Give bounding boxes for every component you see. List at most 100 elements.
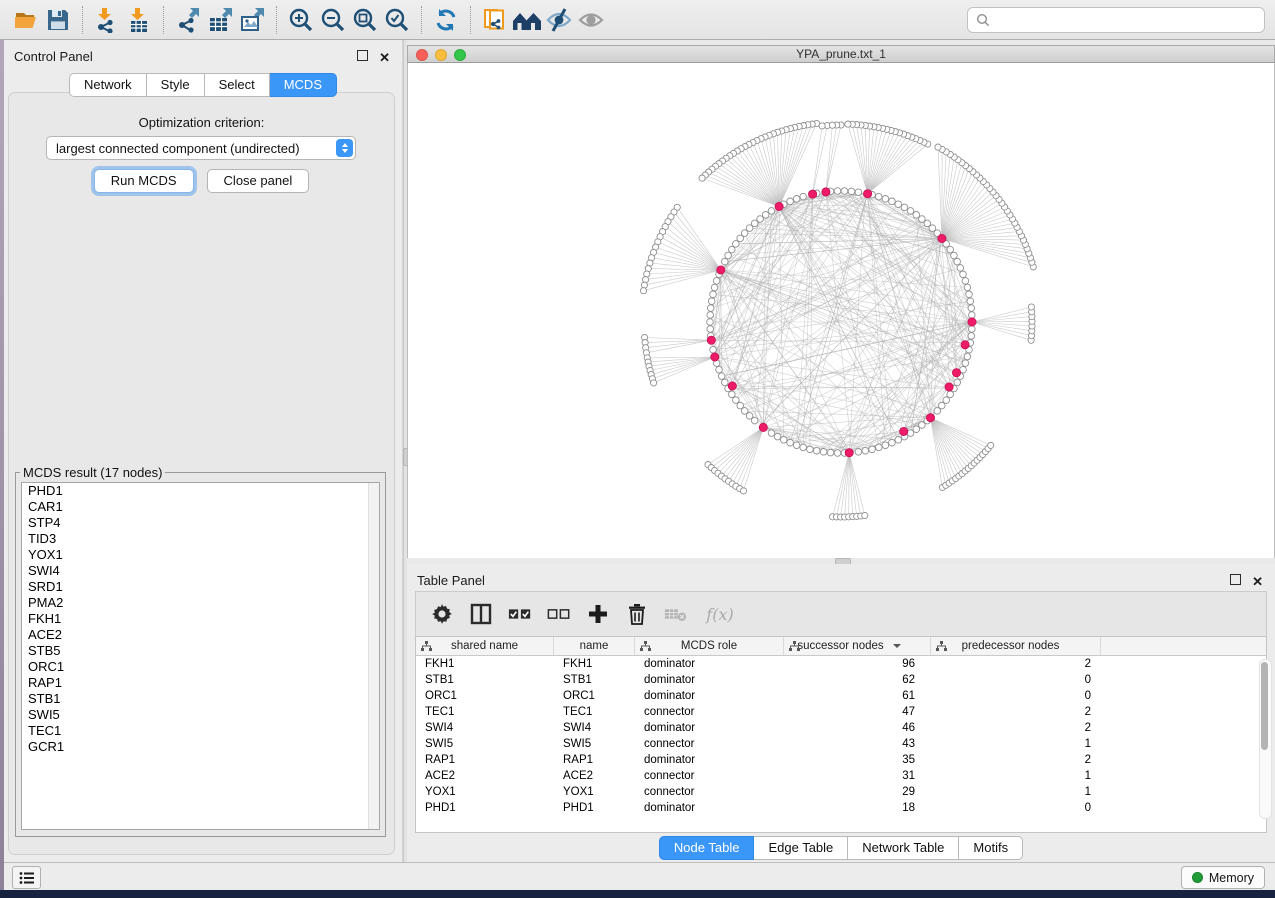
search-input[interactable]: [996, 11, 1256, 28]
graph-node[interactable]: [733, 241, 740, 248]
add-row-icon[interactable]: [586, 602, 610, 626]
graph-node[interactable]: [774, 433, 781, 440]
graph-node[interactable]: [768, 208, 775, 215]
table-scrollbar[interactable]: [1259, 659, 1272, 819]
table-row[interactable]: FKH1FKH1dominator962: [416, 656, 1266, 672]
mcds-result-item[interactable]: ORC1: [22, 659, 379, 675]
table-row[interactable]: ACE2ACE2connector311: [416, 768, 1266, 784]
mcds-result-item[interactable]: RAP1: [22, 675, 379, 691]
graph-node[interactable]: [708, 298, 715, 305]
zoom-in-icon[interactable]: [285, 4, 317, 36]
table-row[interactable]: SWI5SWI5connector431: [416, 736, 1266, 752]
window-zoom-icon[interactable]: [454, 49, 466, 61]
mcds-result-item[interactable]: TEC1: [22, 723, 379, 739]
graph-node[interactable]: [919, 216, 926, 223]
graph-node[interactable]: [855, 189, 862, 196]
graph-node[interactable]: [895, 201, 902, 208]
mcds-result-item[interactable]: STP4: [22, 515, 379, 531]
status-menu-button[interactable]: [12, 866, 41, 889]
graph-node[interactable]: [951, 252, 958, 259]
graph-node[interactable]: [793, 196, 800, 203]
graph-node[interactable]: [713, 278, 720, 285]
zoom-out-icon[interactable]: [317, 4, 349, 36]
graph-node[interactable]: [862, 447, 869, 454]
mcds-result-item[interactable]: SRD1: [22, 579, 379, 595]
graph-node[interactable]: [845, 121, 851, 127]
graph-node[interactable]: [913, 426, 920, 433]
tab-select[interactable]: Select: [205, 73, 270, 97]
graph-node[interactable]: [876, 193, 883, 200]
graph-node[interactable]: [943, 397, 950, 404]
close-panel-icon[interactable]: ✕: [379, 52, 390, 63]
mcds-list-scrollbar[interactable]: [368, 483, 379, 829]
graph-node[interactable]: [707, 319, 714, 326]
tab-edge-table[interactable]: Edge Table: [754, 836, 848, 860]
table-row[interactable]: YOX1YOX1connector291: [416, 784, 1266, 800]
graph-node[interactable]: [834, 188, 841, 195]
graph-node[interactable]: [968, 333, 975, 340]
graph-node[interactable]: [876, 444, 883, 451]
run-mcds-button[interactable]: Run MCDS: [94, 169, 194, 193]
graph-node[interactable]: [966, 291, 973, 298]
graph-node[interactable]: [901, 204, 908, 211]
graph-node[interactable]: [913, 212, 920, 219]
graph-node[interactable]: [820, 449, 827, 456]
graph-mcds-node[interactable]: [717, 266, 725, 274]
graph-node[interactable]: [969, 326, 976, 333]
graph-node[interactable]: [964, 353, 971, 360]
graph-node[interactable]: [962, 360, 969, 367]
graph-node[interactable]: [725, 252, 732, 259]
open-file-icon[interactable]: [10, 4, 42, 36]
column-header-predecessor-nodes[interactable]: predecessor nodes: [931, 637, 1101, 655]
tab-style[interactable]: Style: [147, 73, 205, 97]
table-row[interactable]: PHD1PHD1dominator180: [416, 800, 1266, 816]
graph-node[interactable]: [869, 446, 876, 453]
show-columns-icon[interactable]: [469, 602, 493, 626]
graph-node[interactable]: [813, 447, 820, 454]
graph-node[interactable]: [800, 444, 807, 451]
mcds-result-item[interactable]: TID3: [22, 531, 379, 547]
graph-node[interactable]: [1028, 304, 1034, 310]
table-row[interactable]: TEC1TEC1connector472: [416, 704, 1266, 720]
table-options-gear-icon[interactable]: [430, 602, 454, 626]
graph-mcds-node[interactable]: [926, 414, 934, 422]
mcds-result-item[interactable]: ACE2: [22, 627, 379, 643]
graph-mcds-node[interactable]: [711, 353, 719, 361]
mcds-result-item[interactable]: SWI4: [22, 563, 379, 579]
graph-node[interactable]: [954, 379, 961, 386]
graph-node[interactable]: [834, 450, 841, 457]
graph-node[interactable]: [699, 175, 705, 181]
network-canvas[interactable]: [407, 63, 1275, 558]
zoom-selected-icon[interactable]: [381, 4, 413, 36]
table-row[interactable]: SWI4SWI4dominator462: [416, 720, 1266, 736]
table-scrollbar-thumb[interactable]: [1261, 662, 1268, 750]
graph-node[interactable]: [707, 326, 714, 333]
graph-node[interactable]: [707, 312, 714, 319]
graph-node[interactable]: [729, 391, 736, 398]
graph-node[interactable]: [787, 198, 794, 205]
save-session-icon[interactable]: [42, 4, 74, 36]
close-panel-button[interactable]: Close panel: [207, 169, 310, 193]
float-panel-icon[interactable]: [357, 48, 368, 66]
graph-node[interactable]: [889, 439, 896, 446]
graph-node[interactable]: [710, 346, 717, 353]
graph-node[interactable]: [640, 288, 646, 294]
graph-mcds-node[interactable]: [775, 202, 783, 210]
graph-node[interactable]: [889, 198, 896, 205]
criterion-select[interactable]: largest connected component (undirected): [46, 136, 356, 160]
graph-node[interactable]: [947, 391, 954, 398]
graph-node[interactable]: [862, 512, 868, 518]
export-image-icon[interactable]: [236, 4, 268, 36]
graph-mcds-node[interactable]: [938, 234, 946, 242]
graph-mcds-node[interactable]: [864, 190, 872, 198]
tab-network[interactable]: Network: [69, 73, 147, 97]
graph-node[interactable]: [711, 284, 718, 291]
window-close-icon[interactable]: [416, 49, 428, 61]
graph-node[interactable]: [968, 305, 975, 312]
close-panel-icon[interactable]: ✕: [1252, 576, 1263, 587]
graph-node[interactable]: [729, 246, 736, 253]
tab-mcds[interactable]: MCDS: [270, 73, 337, 97]
memory-button[interactable]: Memory: [1181, 866, 1265, 889]
column-header-name[interactable]: name: [554, 637, 635, 655]
graph-node[interactable]: [848, 188, 855, 195]
